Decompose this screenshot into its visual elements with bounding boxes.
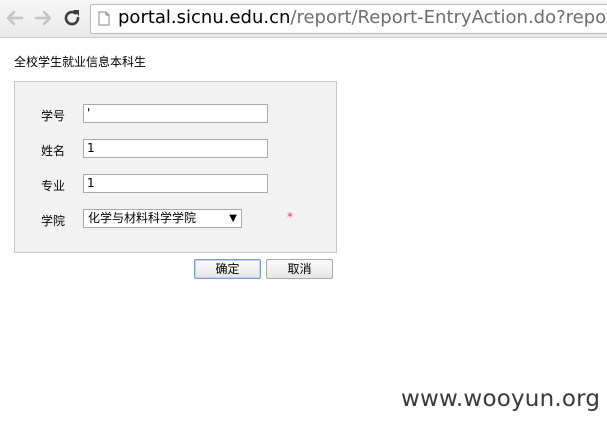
form-panel: 学号 ' 姓名 1 专业 1 学院 化学与材料科学学院 ▼ * [14,81,337,253]
student-id-input[interactable]: ' [83,104,268,123]
forward-arrow-icon[interactable] [31,6,55,30]
college-selected-value: 化学与材料科学学院 [88,211,197,225]
reload-icon[interactable] [60,6,84,30]
name-input[interactable]: 1 [83,139,268,158]
college-label: 学院 [41,214,66,228]
url-text: portal.sicnu.edu.cn/report/Report-EntryA… [118,7,607,29]
cancel-button[interactable]: 取消 [266,259,333,279]
url-host: portal.sicnu.edu.cn [118,7,291,28]
address-bar[interactable]: portal.sicnu.edu.cn/report/Report-EntryA… [90,4,607,34]
dropdown-arrow-icon: ▼ [229,213,237,224]
student-id-label: 学号 [41,109,66,123]
back-arrow-icon[interactable] [3,6,27,30]
browser-toolbar: portal.sicnu.edu.cn/report/Report-EntryA… [0,0,607,38]
major-input[interactable]: 1 [83,174,268,193]
major-label: 专业 [41,179,66,193]
url-path: /report/Report-EntryAction.do?reportId=e… [290,7,607,28]
page-icon [98,11,110,30]
ok-button[interactable]: 确定 [194,259,261,279]
college-select[interactable]: 化学与材料科学学院 ▼ [83,209,242,228]
watermark-text: www.wooyun.org [401,386,601,412]
required-marker: * [287,210,293,224]
name-label: 姓名 [41,144,66,158]
page-title: 全校学生就业信息本科生 [14,55,147,69]
